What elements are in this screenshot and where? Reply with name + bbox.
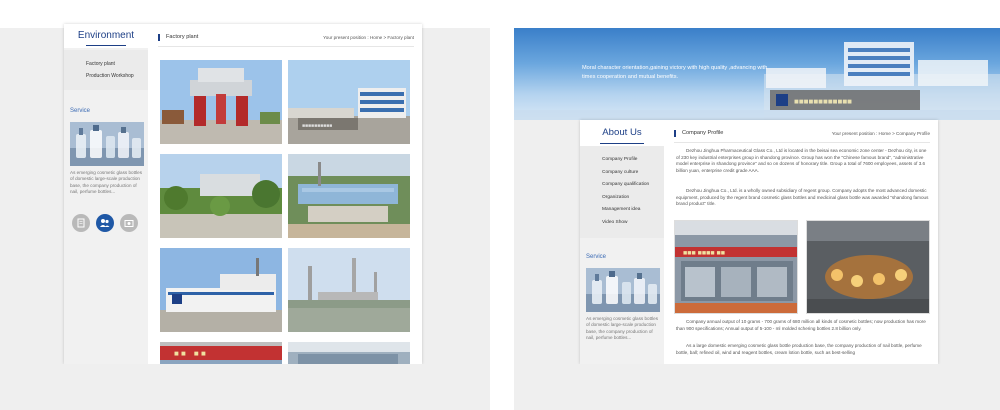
camera-icon[interactable] [120, 214, 138, 232]
top-band [514, 0, 1000, 28]
sidebar-nav: Company Profile Company culture Company … [580, 146, 664, 238]
photo-office-building[interactable]: ■■■■■■■■■■ [288, 60, 410, 144]
glass-bottles-image [70, 122, 144, 166]
service-text: As emerging cosmetic glass bottles of do… [586, 316, 658, 341]
photo-workshop-interior[interactable] [288, 342, 410, 364]
glass-bottles-image [586, 268, 660, 312]
divider [674, 142, 930, 143]
service-text: As emerging cosmetic glass bottles of do… [70, 170, 142, 195]
profile-paragraph-3: Company annual output of 10 grams - 700 … [676, 319, 926, 331]
user-group-icon[interactable] [96, 214, 114, 232]
hero-banner: ■■■■■■■■■■■■ Moral character orientation… [514, 28, 1000, 120]
bottom-band [514, 364, 1000, 410]
sidebar-item-management-idea[interactable]: Management idea [580, 204, 664, 217]
service-title: Service [70, 108, 91, 114]
left-page-screenshot: Environment Factory plant Production Wor… [0, 0, 490, 410]
service-title: Service [586, 254, 607, 260]
sidebar-item-video-show[interactable]: Video Show [580, 217, 664, 230]
svg-text:■ ■ ■ ■: ■ ■ ■ ■ [174, 349, 206, 358]
page-title: Factory plant [158, 34, 198, 41]
photo-factory-aerial[interactable] [288, 154, 410, 238]
sidebar-item-factory-plant[interactable]: Factory plant [64, 58, 148, 70]
main-content: Company Profile Your present position : … [666, 120, 938, 364]
sidebar-title: About Us [580, 120, 664, 146]
sidebar: Environment Factory plant Production Wor… [64, 24, 148, 364]
profile-paragraph-1: Dezhou Jinghua Pharmaceutical Glass Co.,… [676, 148, 927, 174]
breadcrumb: Your present position : Home > Company P… [831, 131, 930, 136]
page-title: Company Profile [674, 130, 723, 137]
profile-paragraph-2: Dezhou Jinghua Co., Ltd. is a wholly own… [676, 188, 929, 207]
divider [158, 46, 414, 47]
right-page-screenshot: ■■■■■■■■■■■■ Moral character orientation… [514, 0, 1000, 410]
sidebar-item-organization[interactable]: Organization [580, 192, 664, 205]
sidebar-item-company-culture[interactable]: Company culture [580, 167, 664, 180]
photo-storefront-sign[interactable]: ■ ■ ■ ■ [160, 342, 282, 364]
svg-text:■■■■■■■■■■: ■■■■■■■■■■ [302, 123, 332, 129]
photo-workshop-building[interactable] [160, 248, 282, 332]
document-icon[interactable] [72, 214, 90, 232]
svg-text:■■■ ■■■■ ■■: ■■■ ■■■■ ■■ [683, 250, 725, 257]
sidebar-item-company-profile[interactable]: Company Profile [580, 154, 664, 167]
sidebar-title: Environment [64, 24, 148, 48]
service-icons [72, 214, 146, 234]
service-image[interactable] [586, 268, 660, 312]
banner-slogan: Moral character orientation,gaining vict… [582, 65, 768, 80]
svg-text:■■■■■■■■■■■■: ■■■■■■■■■■■■ [794, 97, 852, 106]
photo-factory-gate[interactable] [160, 60, 282, 144]
photo-landscape-garden[interactable] [160, 154, 282, 238]
breadcrumb: Your present position : Home > Factory p… [323, 35, 414, 40]
profile-paragraph-4: As a large domestic emerging cosmetic gl… [676, 343, 922, 355]
photo-production-line[interactable]: ■■■ ■■■■ ■■ [674, 220, 798, 314]
main-content: Factory plant Your present position : Ho… [150, 24, 422, 364]
about-us-page: About Us Company Profile Company culture… [580, 120, 938, 364]
service-image[interactable] [70, 122, 144, 166]
environment-page: Environment Factory plant Production Wor… [64, 24, 422, 364]
photo-glass-furnace[interactable] [806, 220, 930, 314]
photo-chimney-skyline[interactable] [288, 248, 410, 332]
bottom-band [0, 364, 490, 410]
sidebar: About Us Company Profile Company culture… [580, 120, 664, 364]
sidebar-item-production-workshop[interactable]: Production Workshop [64, 70, 148, 82]
sidebar-nav: Factory plant Production Workshop [64, 50, 148, 90]
sidebar-item-company-qualification[interactable]: Company qualification [580, 179, 664, 192]
